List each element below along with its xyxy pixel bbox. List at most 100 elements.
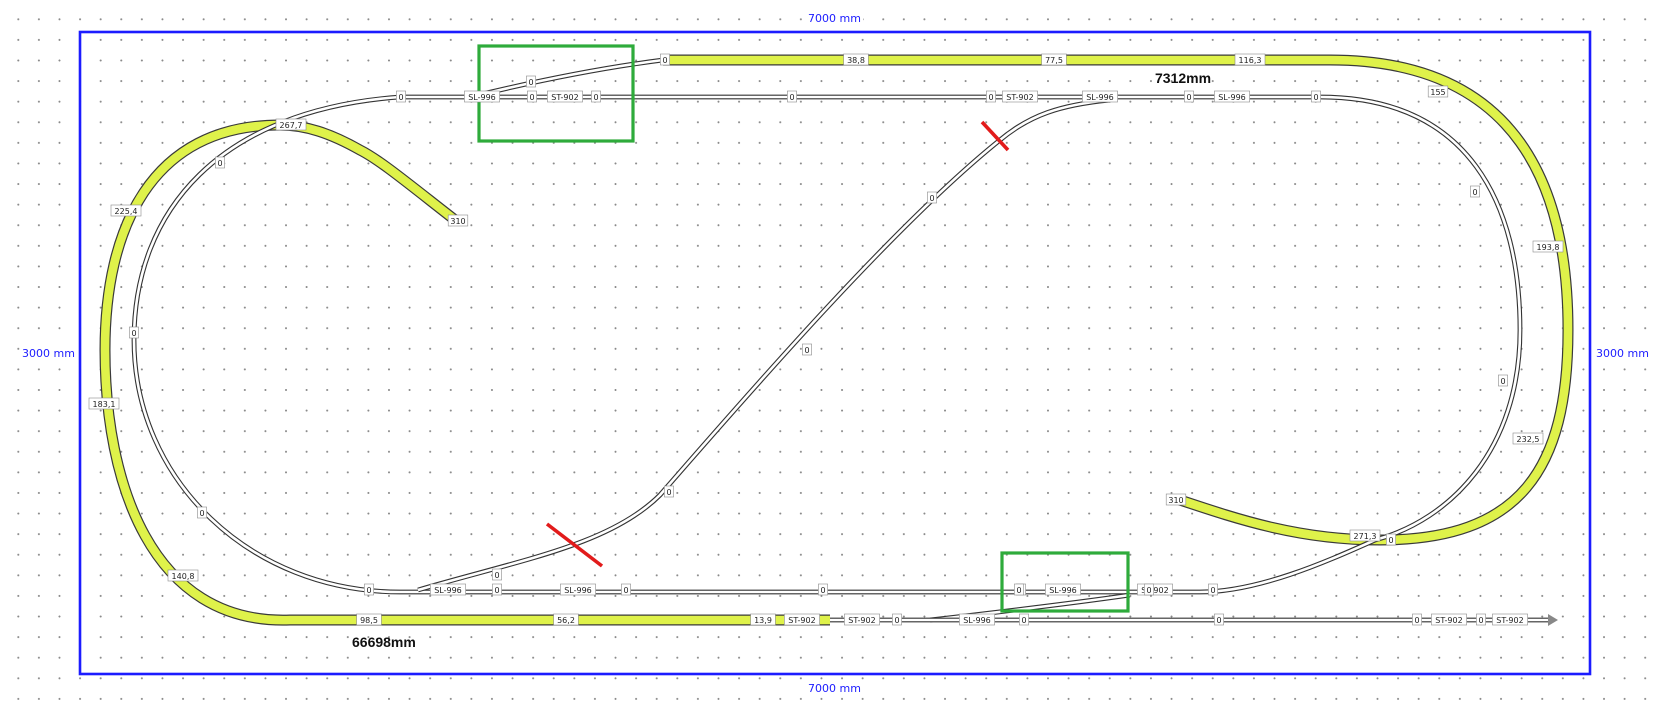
svg-text:ST-902: ST-902 [1435,616,1462,625]
dimension-bottom: 7000 mm [806,682,863,695]
dimension-right: 3000 mm [1594,347,1651,360]
zero-marker-24: 0 [1014,583,1024,596]
track-label-bot-sl-2: SL-996 [560,583,596,596]
svg-text:310: 310 [1168,496,1183,505]
track-label-bot-st-3: ST-902 [844,613,880,626]
svg-text:ST-902: ST-902 [848,616,875,625]
elevation-label-left-3: 183,1 [88,397,120,410]
svg-text:271,3: 271,3 [1354,532,1377,541]
elevation-label-left-1: 267,7 [275,118,307,131]
zero-marker-21: 0 [664,485,674,498]
svg-text:0: 0 [1021,616,1026,625]
svg-text:0: 0 [804,346,809,355]
zero-marker-13: 0 [364,583,374,596]
svg-text:SL-996: SL-996 [564,586,592,595]
zero-marker-3: 0 [591,90,601,103]
svg-text:0: 0 [789,93,794,102]
svg-text:0: 0 [623,586,628,595]
elevation-label-right-2: 193,8 [1532,240,1564,253]
zero-marker-29: 0 [892,613,902,626]
dimension-left: 3000 mm [20,347,77,360]
svg-text:98,5: 98,5 [360,616,378,625]
svg-text:77,5: 77,5 [1045,56,1063,65]
zero-marker-6: 0 [986,90,996,103]
svg-text:SL-996: SL-996 [963,616,991,625]
svg-text:SL-996: SL-996 [1086,93,1114,102]
svg-text:13,9: 13,9 [754,616,772,625]
svg-text:0: 0 [820,586,825,595]
svg-text:SL-996: SL-996 [468,93,496,102]
zero-marker-15: 0 [492,583,502,596]
zero-marker-4: 0 [396,90,406,103]
svg-text:155: 155 [1430,88,1445,97]
track-label-bot-st-4: ST-902 [1431,613,1467,626]
zero-marker-20: 0 [1208,583,1218,596]
track-label-bot-st-5: ST-902 [1492,613,1528,626]
svg-text:SL-996: SL-996 [1218,93,1246,102]
cut-mark-lower[interactable] [545,522,604,568]
track-label-top-st-1: ST-902 [547,90,583,103]
svg-text:0: 0 [1313,93,1318,102]
track-label-bot-sl-4: SL-996 [959,613,995,626]
svg-text:0: 0 [494,571,499,580]
elevation-label-right-1: 155 [1427,85,1449,98]
elevation-label-top-2: 77,5 [1041,53,1067,66]
zero-marker-5: 0 [787,90,797,103]
svg-text:267,7: 267,7 [280,121,303,130]
svg-text:0: 0 [1210,586,1215,595]
elevation-label-top-3: 116,3 [1234,53,1266,66]
elevation-label-right-4: 271,3 [1349,529,1381,542]
zero-marker-14: 0 [492,568,502,581]
svg-text:0: 0 [1478,616,1483,625]
zero-marker-31: 0 [1498,374,1508,387]
svg-text:0: 0 [1146,586,1151,595]
svg-text:0: 0 [666,488,671,497]
diagonal-crossover-track[interactable] [417,97,1111,593]
track-label-top-sl-3: SL-996 [1214,90,1250,103]
dimension-top: 7000 mm [806,12,863,25]
elevated-ramp-track[interactable] [99,54,1574,626]
svg-text:56,2: 56,2 [557,616,575,625]
svg-text:0: 0 [894,616,899,625]
elevation-label-right-3: 232,5 [1512,432,1544,445]
track-length-upper: 7312mm [1155,70,1212,86]
track-label-bot-st-2: ST-902 [784,613,820,626]
elevation-label-bottom-2: 56,2 [553,613,579,626]
elevation-label-bottom-1: 98,5 [356,613,382,626]
track-plan[interactable]: 38,8 77,5 116,3 155 193,8 232,5 271,3 267,7 225,… [0,0,1662,708]
svg-text:0: 0 [1414,616,1419,625]
svg-text:ST-902: ST-902 [551,93,578,102]
svg-text:0: 0 [1186,93,1191,102]
svg-text:116,3: 116,3 [1239,56,1262,65]
track-label-bot-st-1: ST-902 [1137,583,1173,596]
svg-text:0: 0 [529,93,534,102]
zero-marker-30: 0 [1470,185,1480,198]
svg-text:0: 0 [131,329,136,338]
svg-text:0: 0 [398,93,403,102]
zero-marker-2: 0 [527,90,537,103]
elevation-label-left-2: 225,4 [110,204,142,217]
svg-text:183,1: 183,1 [93,400,116,409]
zero-marker-22: 0 [802,343,812,356]
zero-marker-26: 0 [1214,613,1224,626]
svg-text:0: 0 [199,509,204,518]
svg-text:SL-996: SL-996 [1049,586,1077,595]
svg-text:0: 0 [1500,377,1505,386]
zero-marker-23: 0 [927,191,937,204]
svg-text:232,5: 232,5 [1517,435,1540,444]
svg-text:0: 0 [366,586,371,595]
zero-marker-17: 0 [818,583,828,596]
svg-text:ST-902: ST-902 [1496,616,1523,625]
svg-text:193,8: 193,8 [1537,243,1560,252]
track-label-top-sl-1: SL-996 [464,90,500,103]
zero-marker-12: 0 [197,506,207,519]
svg-text:0: 0 [662,56,667,65]
svg-text:ST-902: ST-902 [1006,93,1033,102]
svg-text:0: 0 [528,78,533,87]
elevation-label-top-1: 38,8 [843,53,869,66]
main-track-loop[interactable] [131,94,1523,595]
svg-text:0: 0 [1472,188,1477,197]
zero-marker-27: 0 [1412,613,1422,626]
zero-marker-25: 0 [1019,613,1029,626]
track-label-top-st-2: ST-902 [1002,90,1038,103]
